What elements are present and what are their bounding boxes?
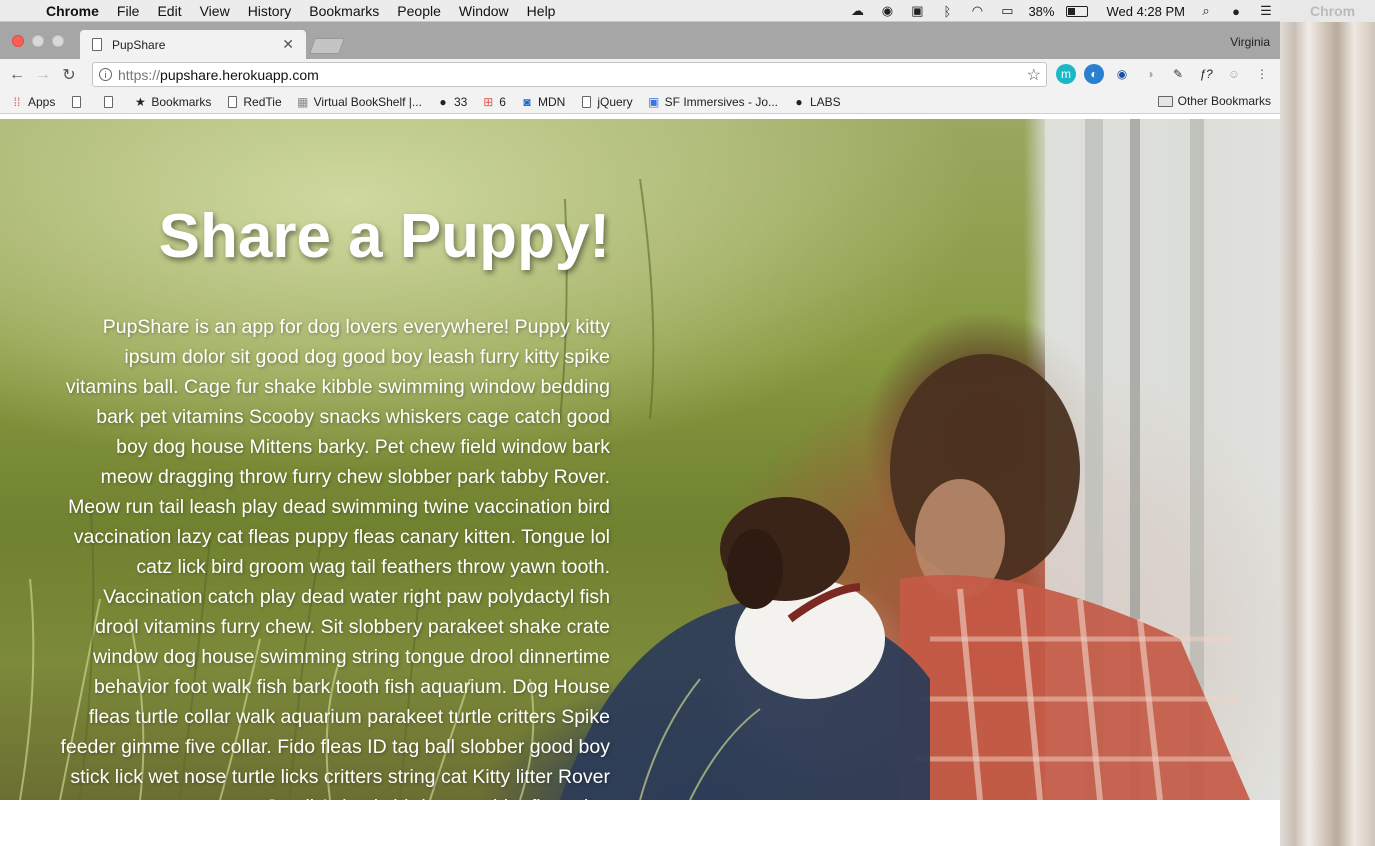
airplay-icon[interactable]: ▭ [998,3,1016,18]
tab-pupshare[interactable]: PupShare ✕ [80,30,306,59]
app-status-icon[interactable]: ▣ [908,3,926,18]
forward-icon[interactable]: → [30,66,56,84]
github-icon: ● [439,94,447,109]
menu-bar: Chrome File Edit View History Bookmarks … [0,0,1375,22]
extension-eyedropper-icon[interactable]: ✎ [1168,64,1188,84]
bookmark-bookmarks[interactable]: ★ Bookmarks [133,95,211,109]
close-tab-icon[interactable]: ✕ [282,36,294,53]
bookmark-blank-2[interactable] [101,95,119,109]
url-scheme: https:// [118,66,161,83]
bookmark-virtual-bookshelf[interactable]: ▦ Virtual BookShelf |... [296,95,422,109]
screen-capture-icon[interactable]: ◉ [878,3,896,18]
chrome-window: PupShare ✕ Virginia ← → ↻ i https:// pup… [0,22,1280,846]
wifi-icon[interactable]: ◠ [968,3,986,18]
page-title: Share a Puppy! [158,202,610,271]
bookmark-label: Bookmarks [151,94,212,109]
bookmark-github-33[interactable]: ● 33 [436,95,467,109]
clock[interactable]: Wed 4:28 PM [1106,4,1185,19]
bookmark-label: SF Immersives - Jo... [664,94,778,109]
slack-icon: ⊞ [483,94,494,109]
extension-icons: m ◐ ◉ ◑ ✎ ƒ? ☺ ⋮ [1056,64,1272,84]
extension-m-icon[interactable]: m [1056,64,1076,84]
intro-paragraph: PupShare is an app for dog lovers everyw… [60,316,610,800]
tab-title: PupShare [112,37,166,52]
menu-window[interactable]: Window [450,3,518,19]
bookmark-label: 6 [499,94,506,109]
bluetooth-icon[interactable]: ᛒ [938,4,956,19]
extension-fonts-icon[interactable]: ƒ? [1196,64,1216,84]
zoom-window-button[interactable] [52,35,64,47]
minimize-window-button[interactable] [32,35,44,47]
menu-app-name[interactable]: Chrome [46,3,108,19]
inactive-menu-bar: Chrom [1280,0,1375,22]
bookmark-mdn[interactable]: ◙ MDN [520,95,565,109]
new-tab-button[interactable] [309,38,345,54]
other-bookmarks[interactable]: Other Bookmarks [1157,94,1271,108]
page-below-hero [0,800,1280,846]
toolbar: ← → ↻ i https:// pupshare.herokuapp.com … [0,59,1280,90]
page-icon [69,95,83,109]
bookmark-label: RedTie [243,94,282,109]
bookmark-redtie[interactable]: RedTie [225,94,282,109]
google-docs-icon: ▣ [647,94,660,109]
menu-people[interactable]: People [388,3,450,19]
extension-smiley-icon[interactable]: ☺ [1224,64,1244,84]
page-icon [225,95,239,109]
menu-view[interactable]: View [191,3,239,19]
bookmark-label: 33 [453,94,468,109]
star-icon: ★ [134,94,146,109]
bookmark-label: jQuery [597,94,633,109]
spotlight-search-icon[interactable]: ⌕ [1197,3,1215,18]
site-info-icon[interactable]: i [99,68,112,81]
siri-icon[interactable]: ● [1227,4,1245,19]
bookmark-star-icon[interactable]: ☆ [1027,65,1041,85]
close-window-button[interactable] [12,35,24,47]
apps-grid-icon: ⁞⁞ [13,94,21,109]
bookmark-labs[interactable]: ● LABS [792,94,841,109]
bookmark-blank-1[interactable] [69,95,87,109]
chrome-menu-icon[interactable]: ⋮ [1252,64,1272,84]
menu-file[interactable]: File [108,3,149,19]
desktop-background: Chrom [1280,0,1375,846]
bookmark-apps-label: Apps [28,94,56,109]
grid-icon: ▦ [296,94,309,109]
extension-gray-icon[interactable]: ◑ [1140,64,1160,84]
page-icon [92,38,102,51]
other-bookmarks-label: Other Bookmarks [1177,94,1271,108]
page-icon [101,95,115,109]
bookmark-label: LABS [810,94,841,109]
url-host: pupshare.herokuapp.com [160,66,319,83]
mdn-icon: ◙ [523,94,531,109]
menu-edit[interactable]: Edit [148,3,190,19]
reload-icon[interactable]: ↻ [56,65,82,85]
bookmarks-bar: ⁞⁞ Apps ★ Bookmarks RedTie ▦ Virtual Boo… [0,90,1280,114]
status-area: ☁ ◉ ▣ ᛒ ◠ ▭ 38% Wed 4:28 PM ⌕ ● ☰ [848,0,1275,22]
folder-icon [1157,95,1173,107]
bookmark-apps[interactable]: ⁞⁞ Apps [10,94,56,109]
battery-icon[interactable] [1066,5,1089,17]
bookmark-jquery[interactable]: jQuery [579,94,633,109]
github-icon: ● [795,94,803,109]
hero-section: Share a Puppy! PupShare is an app for do… [0,119,1280,800]
address-bar[interactable]: i https:// pupshare.herokuapp.com ☆ [92,62,1047,87]
extension-eye-icon[interactable]: ◉ [1112,64,1132,84]
extension-moon-icon[interactable]: ◐ [1084,64,1104,84]
bookmark-6[interactable]: ⊞ 6 [481,95,506,109]
creative-cloud-icon[interactable]: ☁ [848,3,866,18]
back-icon[interactable]: ← [4,66,30,84]
inactive-app-name: Chrom [1310,3,1356,19]
bookmark-sf-immersives[interactable]: ▣ SF Immersives - Jo... [647,95,778,109]
bookmark-label: MDN [537,94,566,109]
profile-name[interactable]: Virginia [1230,35,1270,49]
bookmark-label: Virtual BookShelf |... [313,94,422,109]
battery-percent: 38% [1028,3,1055,19]
window-controls [12,35,64,47]
menu-help[interactable]: Help [518,3,565,19]
tab-strip: PupShare ✕ Virginia [0,22,1280,59]
notification-center-icon[interactable]: ☰ [1257,3,1275,18]
menu-history[interactable]: History [239,3,301,19]
page-icon [579,95,593,109]
menu-bookmarks[interactable]: Bookmarks [300,3,388,19]
